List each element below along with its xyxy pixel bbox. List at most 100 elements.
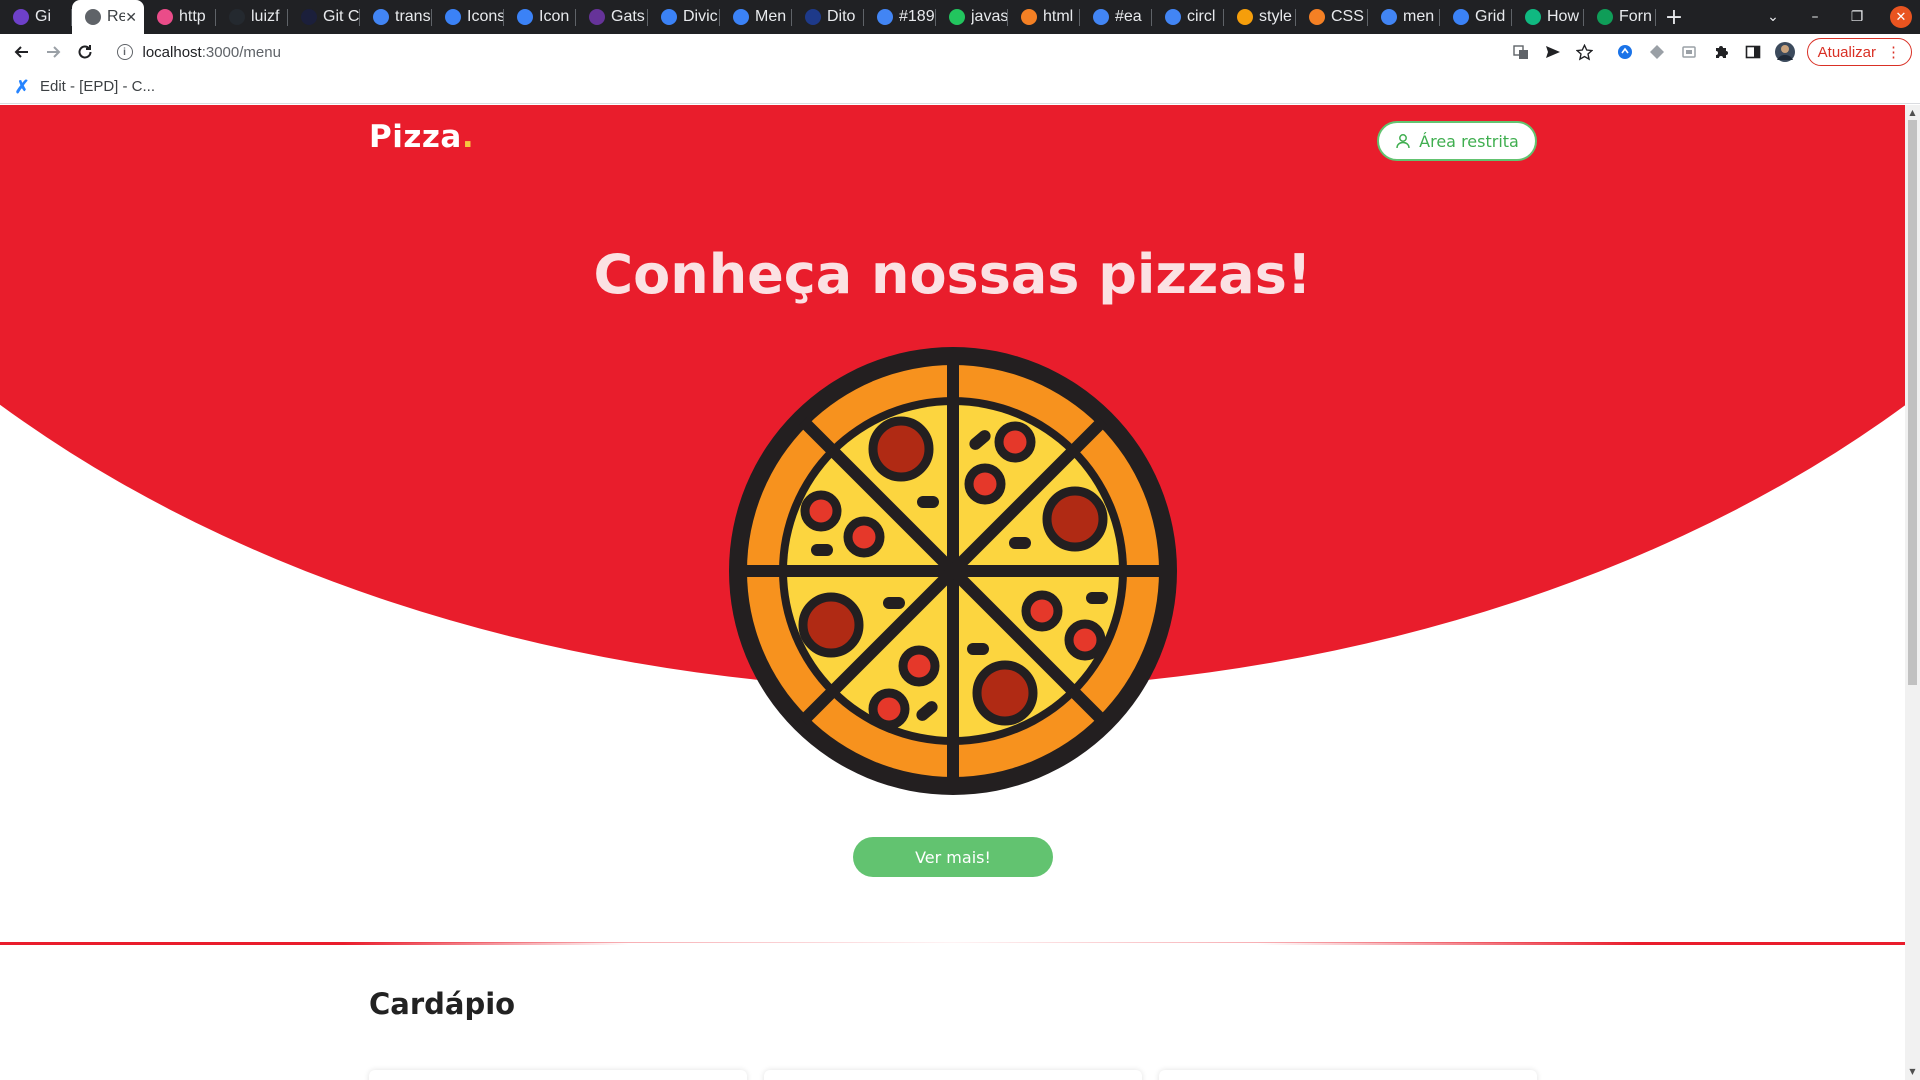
browser-tab[interactable]: Re ✕ [72,0,144,34]
forward-icon[interactable] [38,36,70,68]
browser-tab[interactable]: javas [936,0,1008,34]
browser-tab[interactable]: Forn [1584,0,1656,34]
logo-text: Pizza [369,119,462,155]
tab-label: Gats [611,8,645,25]
browser-tab[interactable]: #189 [864,0,936,34]
github-icon [13,9,29,25]
browser-tab[interactable]: circl [1152,0,1224,34]
tab-search-icon[interactable]: ⌄ [1752,9,1794,25]
scroll-down-arrow-icon[interactable]: ▼ [1905,1066,1920,1078]
browser-tab[interactable]: trans [360,0,432,34]
bookmark-edit-epd[interactable]: Edit - [EPD] - C... [40,78,155,95]
scrollbar-thumb[interactable] [1908,120,1917,685]
new-tab-button[interactable]: + [1656,5,1692,30]
tab-label: html [1043,8,1074,25]
google-icon [1165,9,1181,25]
browser-tab[interactable]: Git C [288,0,360,34]
browser-tab[interactable]: How [1512,0,1584,34]
translate-icon[interactable] [1505,36,1537,68]
tab-label: Grid [1475,8,1506,25]
window-close-icon[interactable]: ✕ [1890,6,1912,28]
diamond-icon [661,9,677,25]
browser-tab[interactable]: Gi [0,0,72,34]
scroll-up-arrow-icon[interactable]: ▲ [1905,107,1920,119]
browser-tab[interactable]: Icon [504,0,576,34]
page-scrollbar[interactable]: ▲ ▼ [1905,105,1920,1080]
extension-blue-icon[interactable] [1609,36,1641,68]
tab-label: #ea [1115,8,1142,25]
browser-tab[interactable]: CSS [1296,0,1368,34]
site-info-icon[interactable]: i [116,44,133,60]
tab-label: luizf [251,8,280,25]
browser-tab[interactable]: Men [720,0,792,34]
browser-tab[interactable]: Grid [1440,0,1512,34]
menu-section-title: Cardápio [369,987,516,1021]
diamond-icon [445,9,461,25]
address-bar[interactable]: i localhost:3000/menu [106,37,1505,67]
dito-icon [805,9,821,25]
browser-tab[interactable]: Icons [432,0,504,34]
tab-label: http [179,8,206,25]
tab-label: CSS [1331,8,1364,25]
gatsby-icon [589,9,605,25]
confluence-icon: ✗ [14,76,30,97]
browser-tab[interactable]: html [1008,0,1080,34]
tab-label: men [1403,8,1435,25]
update-button[interactable]: Atualizar ⋮ [1806,38,1912,66]
browser-tab[interactable]: Gats [576,0,648,34]
menu-card[interactable] [764,1070,1142,1080]
browser-tab[interactable]: style [1224,0,1296,34]
pizza-illustration [729,347,1177,795]
tab-label: Gi [35,8,51,25]
toolbar-actions: Atualizar ⋮ [1505,36,1920,68]
browser-tab[interactable]: luizf [216,0,288,34]
sheet-icon [1597,9,1613,25]
see-more-button[interactable]: Ver mais! [853,837,1053,877]
bookmark-star-icon[interactable] [1569,36,1601,68]
extension-diamond-icon[interactable] [1641,36,1673,68]
site-header: Pizza. Área restrita [0,105,1905,177]
browser-tab[interactable]: #ea [1080,0,1152,34]
spark-icon [1237,9,1253,25]
tab-label: Icons [467,8,504,25]
menu-card[interactable] [369,1070,747,1080]
window-controls: ⌄ – ❐ ✕ [1752,0,1920,34]
extension-cast-icon[interactable] [1673,36,1705,68]
hero-title: Conheça nossas pizzas! [593,243,1312,306]
restore-icon[interactable]: ❐ [1836,9,1878,25]
browser-tab[interactable]: http [144,0,216,34]
browser-tab[interactable]: Divic [648,0,720,34]
reload-icon[interactable] [69,36,101,68]
infinity-icon [1525,9,1541,25]
stackoverflow-icon [1021,9,1037,25]
browser-tab[interactable]: Dito [792,0,864,34]
restricted-area-button[interactable]: Área restrita [1377,121,1537,161]
browser-tab[interactable]: men [1368,0,1440,34]
user-icon [1396,134,1410,149]
browser-toolbar: i localhost:3000/menu Atualizar ⋮ [0,34,1920,70]
google-icon [1093,9,1109,25]
section-divider [0,942,1905,945]
google-icon [877,9,893,25]
send-icon[interactable] [1537,36,1569,68]
menu-card[interactable] [1159,1070,1537,1080]
bookmarks-bar: ✗ Edit - [EPD] - C... [0,70,1920,104]
back-icon[interactable] [6,36,38,68]
browser-tab-strip: Gi Re ✕ http luizf Git C trans Icons Icon Gats Div… [0,0,1920,34]
logo-dot: . [461,119,475,155]
dribbble-icon [157,9,173,25]
tab-close-icon[interactable]: ✕ [125,9,137,26]
side-panel-icon[interactable] [1737,36,1769,68]
site-logo[interactable]: Pizza. [369,119,474,155]
tab-label: Divic [683,8,718,25]
tab-label: javas [971,8,1008,25]
tab-label: Git C [323,8,360,25]
extensions-puzzle-icon[interactable] [1705,36,1737,68]
tab-label: trans [395,8,431,25]
loading-icon [85,9,101,25]
profile-avatar[interactable] [1769,36,1801,68]
diamond-icon [1453,9,1469,25]
minimize-icon[interactable]: – [1794,9,1836,25]
tab-label: circl [1187,8,1216,25]
restricted-area-label: Área restrita [1419,131,1519,151]
